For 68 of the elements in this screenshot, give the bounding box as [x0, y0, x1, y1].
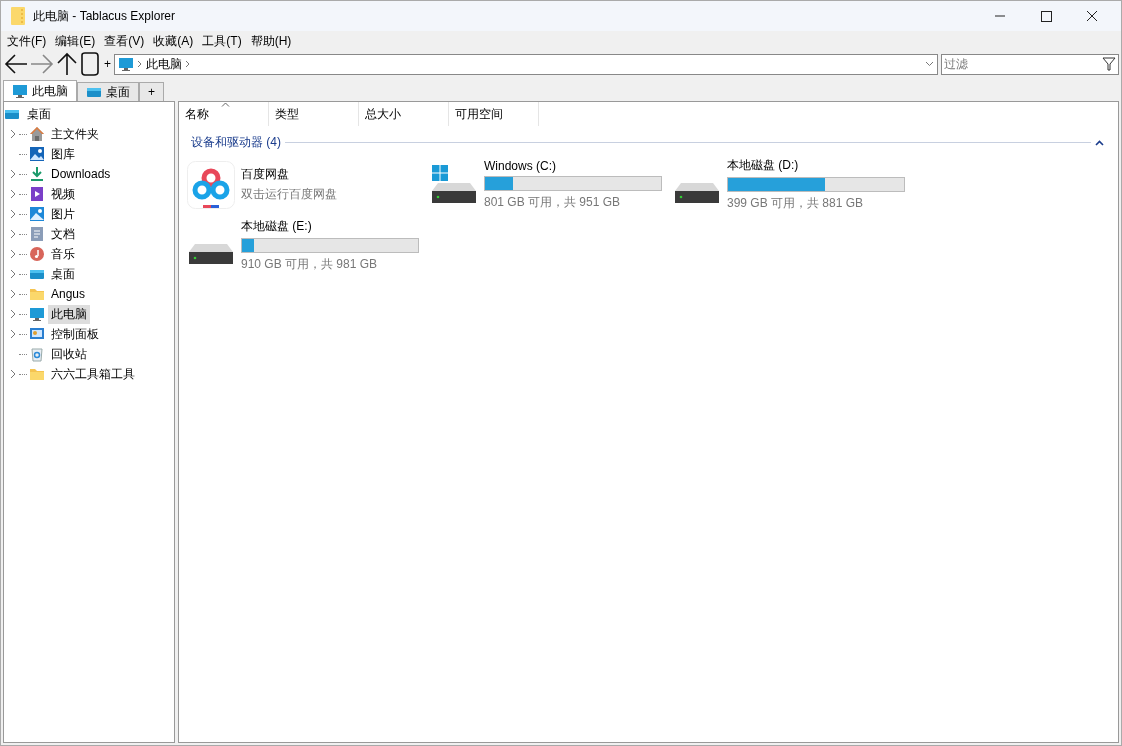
window-title: 此电脑 - Tablacus Explorer	[33, 7, 176, 25]
column-header[interactable]: 类型	[269, 102, 359, 126]
folder-icon	[29, 286, 45, 302]
folder-icon	[29, 366, 45, 382]
tree-item[interactable]: Angus	[48, 286, 89, 302]
menu-item[interactable]: 查看(V)	[104, 32, 145, 50]
filter-field[interactable]: 过滤	[941, 53, 1119, 75]
dropdown-icon[interactable]	[925, 61, 934, 67]
expand-icon[interactable]	[9, 369, 17, 379]
tree-item[interactable]: 桌面	[48, 264, 78, 284]
new-tab-button[interactable]: +	[104, 57, 111, 71]
item-name: 百度网盘	[241, 166, 290, 183]
free-space: 801 GB 可用，共 951 GB	[484, 193, 622, 211]
drive-icon[interactable]	[430, 164, 478, 205]
tree-item[interactable]: 图库	[48, 144, 78, 164]
recycle-bin-icon	[29, 346, 45, 362]
home-icon	[29, 126, 45, 142]
up-icon[interactable]	[55, 52, 79, 76]
video-icon	[29, 186, 45, 202]
computer-icon	[12, 83, 28, 99]
computer-icon	[118, 56, 134, 72]
tree-item[interactable]: 图片	[48, 204, 78, 224]
column-header[interactable]: 可用空间	[449, 102, 539, 126]
computer-icon	[29, 306, 45, 322]
tree-item[interactable]: 回收站	[48, 344, 90, 364]
menu-item[interactable]: 收藏(A)	[153, 32, 194, 50]
tree-item[interactable]: Downloads	[48, 166, 114, 182]
free-space: 399 GB 可用，共 881 GB	[727, 195, 865, 212]
chevron-icon[interactable]	[185, 60, 191, 68]
collapse-icon[interactable]	[1095, 139, 1104, 146]
tab[interactable]: 此电脑	[3, 80, 77, 101]
tree-item[interactable]: 音乐	[48, 244, 78, 264]
tree-item[interactable]: 此电脑	[48, 304, 90, 324]
filter-icon[interactable]	[1102, 56, 1116, 71]
drive-name: Windows (C:)	[484, 158, 557, 173]
item-subtitle: 双击运行百度网盘	[241, 186, 337, 203]
tree-item[interactable]: 桌面	[24, 104, 54, 124]
group-header[interactable]: 设备和驱动器 (4)	[191, 134, 281, 151]
chevron-icon[interactable]	[137, 60, 143, 68]
control-panel-icon	[29, 326, 45, 342]
menu-item[interactable]: 帮助(H)	[250, 32, 292, 50]
free-space: 910 GB 可用，共 981 GB	[241, 256, 379, 273]
document-icon	[29, 226, 45, 242]
breadcrumb-item[interactable]: 此电脑	[146, 55, 182, 73]
menu-item[interactable]: 工具(T)	[202, 32, 242, 50]
tree-item[interactable]: 视频	[48, 184, 78, 204]
tab[interactable]: +	[139, 82, 164, 101]
app-icon	[11, 7, 25, 25]
drive-name: 本地磁盘 (D:)	[727, 157, 800, 174]
tab[interactable]: 桌面	[77, 82, 139, 101]
column-header[interactable]: 总大小	[359, 102, 449, 126]
music-icon	[29, 246, 45, 262]
column-header[interactable]: 名称	[179, 102, 269, 126]
back-icon[interactable]	[3, 52, 29, 76]
download-icon	[29, 166, 45, 182]
tree-item[interactable]: 控制面板	[48, 324, 102, 344]
tree-item[interactable]: 文档	[48, 224, 78, 244]
menu-item[interactable]: 文件(F)	[7, 32, 47, 50]
drive-name: 本地磁盘 (E:)	[241, 218, 313, 235]
expand-icon[interactable]	[9, 129, 17, 139]
cloud-app-icon[interactable]	[187, 160, 235, 209]
document-icon[interactable]	[79, 52, 101, 76]
menu-item[interactable]: 编辑(E)	[55, 32, 96, 50]
image-icon	[29, 206, 45, 222]
tree-item[interactable]: 六六工具箱工具	[48, 364, 138, 384]
tree-item[interactable]: 主文件夹	[48, 124, 102, 144]
image-icon	[29, 146, 45, 162]
address-bar[interactable]: 此电脑	[114, 53, 938, 75]
